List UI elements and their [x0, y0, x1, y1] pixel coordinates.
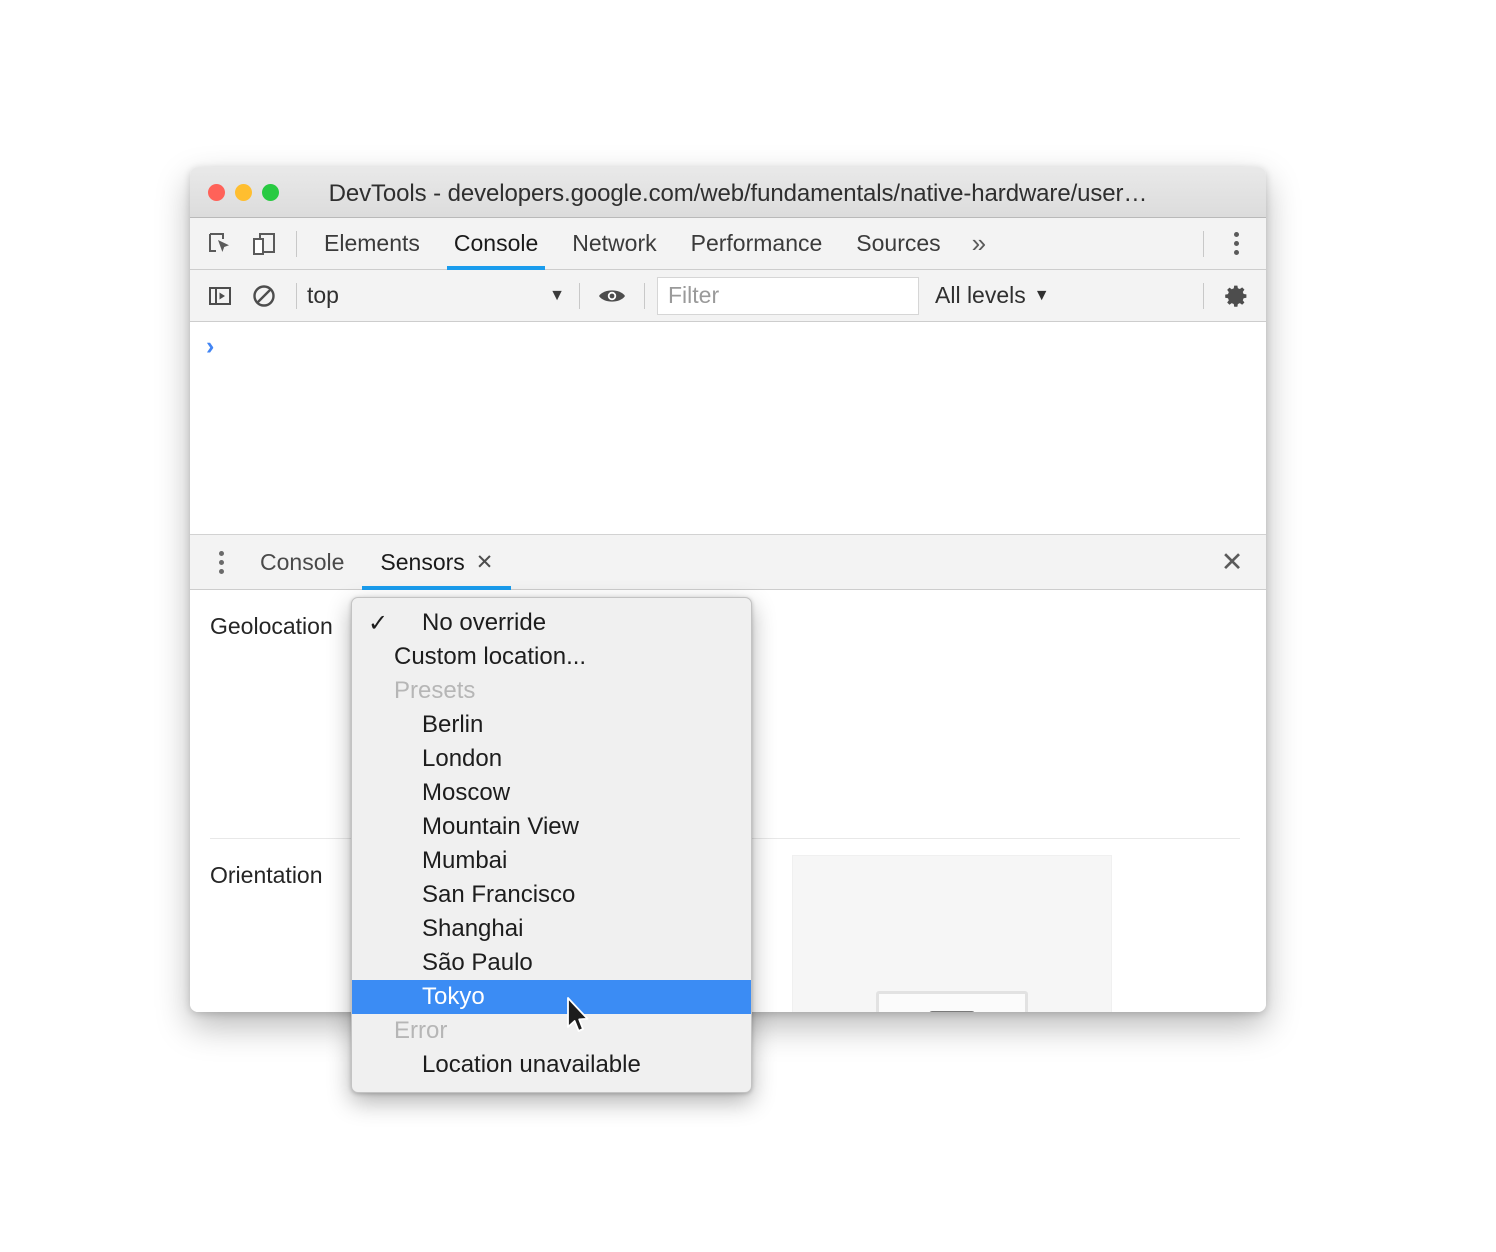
more-tabs-label: »	[971, 228, 987, 258]
menu-item-shanghai[interactable]: Shanghai	[352, 912, 751, 946]
window-title: DevTools - developers.google.com/web/fun…	[328, 180, 1148, 207]
console-prompt-icon: ›	[206, 332, 215, 360]
menu-item-label: No override	[422, 609, 547, 636]
menu-item-label: San Francisco	[422, 881, 576, 908]
console-filter-placeholder: Filter	[668, 282, 720, 308]
menu-item-label: Mumbai	[422, 847, 508, 874]
devtools-tabbar: Elements Console Network Performance Sou…	[190, 218, 1266, 270]
tab-label: Elements	[324, 230, 420, 256]
menu-item-location-unavailable[interactable]: Location unavailable	[352, 1048, 751, 1082]
toolbar-divider	[296, 230, 297, 257]
drawer-tab-console[interactable]: Console	[242, 535, 362, 590]
menu-item-label: Custom location...	[394, 643, 587, 670]
tab-label: Network	[572, 230, 657, 256]
menu-item-berlin[interactable]: Berlin	[352, 708, 751, 742]
window-titlebar: DevTools - developers.google.com/web/fun…	[190, 167, 1266, 218]
tab-label: Console	[453, 230, 539, 256]
tabbar-right	[1193, 222, 1266, 266]
console-toolbar: top ▼ Filter All levels ▼	[190, 270, 1266, 322]
log-level-selector[interactable]: All levels ▼	[935, 282, 1050, 309]
drawer-kebab-icon[interactable]	[200, 541, 242, 583]
drawer-tab-label: Sensors	[380, 548, 465, 575]
menu-item-moscow[interactable]: Moscow	[352, 776, 751, 810]
menu-item-label: Location unavailable	[422, 1051, 641, 1078]
toolbar-divider	[579, 282, 580, 309]
execution-context-value: top	[307, 282, 339, 308]
tab-sources[interactable]: Sources	[839, 218, 957, 270]
toolbar-divider	[1203, 282, 1204, 309]
menu-item-label: Shanghai	[422, 915, 524, 942]
gear-icon[interactable]	[1214, 274, 1258, 318]
menu-item-custom-location[interactable]: Custom location...	[352, 640, 751, 674]
drawer-tab-label: Console	[260, 548, 345, 575]
console-toolbar-right	[1193, 274, 1266, 318]
device-toolbar-icon[interactable]	[242, 222, 286, 266]
tab-label: Performance	[690, 230, 823, 256]
menu-item-sao-paulo[interactable]: São Paulo	[352, 946, 751, 980]
menu-item-tokyo[interactable]: Tokyo	[352, 980, 751, 1014]
menu-group-error: Error	[352, 1014, 751, 1048]
menu-item-label: London	[422, 745, 503, 772]
geolocation-dropdown-menu[interactable]: ✓ No override Custom location... Presets…	[351, 597, 752, 1093]
menu-item-no-override[interactable]: ✓ No override	[352, 606, 751, 640]
inspect-element-icon[interactable]	[198, 222, 242, 266]
toolbar-divider	[1203, 230, 1204, 257]
menu-group-label: Error	[394, 1017, 448, 1044]
drawer-tabbar: Console Sensors ✕ ✕	[190, 535, 1266, 590]
menu-item-label: Berlin	[422, 711, 484, 738]
orientation-preview-box[interactable]	[792, 855, 1112, 1012]
menu-item-label: Mountain View	[422, 813, 579, 840]
chevron-down-icon: ▼	[1033, 286, 1050, 304]
close-drawer-icon[interactable]: ✕	[1206, 536, 1258, 588]
console-filter-input[interactable]: Filter	[657, 276, 919, 315]
main-menu-kebab-icon[interactable]	[1214, 222, 1258, 266]
menu-item-label: São Paulo	[422, 949, 533, 976]
menu-item-london[interactable]: London	[352, 742, 751, 776]
tab-performance[interactable]: Performance	[674, 218, 840, 270]
orientation-device-shape	[876, 991, 1028, 1012]
clear-console-icon[interactable]	[242, 274, 286, 318]
execution-context-selector[interactable]: top ▼	[307, 276, 569, 316]
tab-label: Sources	[856, 230, 941, 256]
tab-elements[interactable]: Elements	[307, 218, 437, 270]
tab-console[interactable]: Console	[437, 218, 555, 270]
console-output-area[interactable]: ›	[190, 322, 1266, 535]
toolbar-divider	[644, 282, 645, 309]
screenshot-root: DevTools - developers.google.com/web/fun…	[0, 0, 1496, 1252]
menu-item-mumbai[interactable]: Mumbai	[352, 844, 751, 878]
menu-item-san-francisco[interactable]: San Francisco	[352, 878, 751, 912]
close-icon[interactable]: ✕	[476, 552, 494, 573]
menu-group-presets: Presets	[352, 674, 751, 708]
check-icon: ✓	[368, 609, 389, 637]
console-sidebar-icon[interactable]	[198, 274, 242, 318]
live-expression-eye-icon[interactable]	[590, 274, 634, 318]
drawer-tab-sensors[interactable]: Sensors ✕	[362, 535, 512, 590]
menu-group-label: Presets	[394, 677, 476, 704]
log-level-value: All levels	[935, 282, 1026, 308]
toolbar-divider	[296, 282, 297, 309]
menu-item-label: Moscow	[422, 779, 511, 806]
menu-item-label: Tokyo	[422, 983, 485, 1010]
tab-network[interactable]: Network	[555, 218, 673, 270]
menu-item-mountain-view[interactable]: Mountain View	[352, 810, 751, 844]
more-tabs-icon[interactable]: »	[958, 218, 1000, 270]
chevron-down-icon: ▼	[549, 286, 565, 304]
